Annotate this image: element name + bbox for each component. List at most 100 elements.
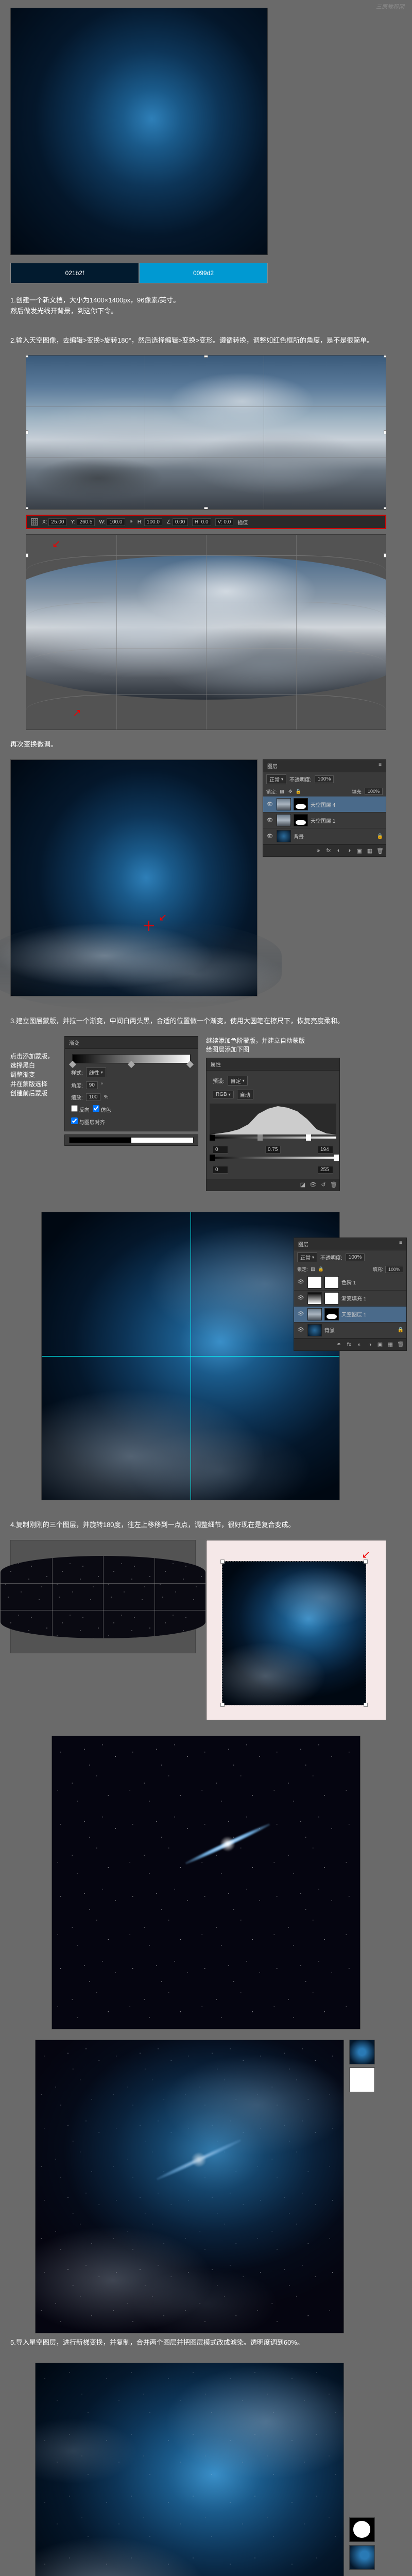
input-levels-slider[interactable] bbox=[210, 1137, 336, 1139]
grad-style-dropdown[interactable]: 线性 ▾ bbox=[86, 1067, 106, 1077]
group-icon[interactable]: ▣ bbox=[356, 847, 363, 854]
layer-row-bg[interactable]: 👁 背景 🔒 bbox=[263, 828, 386, 844]
layer-row-sky4[interactable]: 👁 天空图层 4 bbox=[263, 796, 386, 812]
tb-h-value[interactable]: 100.0 bbox=[144, 518, 162, 526]
color-swatches: 021b2f 0099d2 bbox=[10, 263, 268, 283]
grad-reverse-check[interactable]: 反向 bbox=[71, 1105, 90, 1113]
layers-panel-2[interactable]: 图层≡ 正常 ▾ 不透明度: 100% 锁定: ▨ 🔒 填充: 100% 👁 bbox=[294, 1238, 407, 1351]
out-white-value[interactable]: 255 bbox=[318, 1166, 333, 1174]
layer-thumb[interactable] bbox=[307, 1276, 322, 1289]
fx-icon[interactable]: fx bbox=[325, 847, 332, 854]
lock-all-icon[interactable]: 🔒 bbox=[296, 788, 302, 794]
layer-thumb[interactable] bbox=[277, 798, 291, 810]
opacity-value[interactable]: 100% bbox=[346, 1253, 365, 1261]
fx-icon[interactable]: fx bbox=[346, 1341, 353, 1348]
adjustment-icon[interactable]: ◑ bbox=[346, 847, 353, 854]
tb-y-value[interactable]: 260.5 bbox=[77, 518, 95, 526]
lock-pixels-icon[interactable]: ▨ bbox=[279, 788, 285, 794]
gradient-preview-small[interactable] bbox=[69, 1137, 194, 1143]
layer-mask-thumb[interactable] bbox=[324, 1292, 339, 1304]
new-layer-icon[interactable]: ▦ bbox=[387, 1341, 394, 1348]
layer-name[interactable]: 背景 bbox=[324, 1326, 335, 1334]
tb-hskew[interactable]: H: 0.0 bbox=[192, 518, 211, 526]
in-mid-value[interactable]: 0.75 bbox=[265, 1146, 281, 1154]
reset-icon[interactable]: ↺ bbox=[320, 1181, 327, 1189]
transform-toolbar[interactable]: X:25.00 Y:260.5 W:100.0 ⚭ H:100.0 ∠0.00 … bbox=[26, 515, 386, 529]
blend-mode-dropdown[interactable]: 正常 ▾ bbox=[266, 774, 286, 784]
view-prev-icon[interactable]: 👁 bbox=[310, 1181, 317, 1189]
arrow-red-4: ↙ bbox=[362, 1548, 370, 1561]
fill-value[interactable]: 100% bbox=[385, 1266, 403, 1273]
grad-angle-value[interactable]: 90 bbox=[86, 1081, 98, 1089]
layer-row-grad[interactable]: 👁 渐变填充 1 bbox=[294, 1291, 406, 1307]
visibility-icon[interactable]: 👁 bbox=[297, 1327, 305, 1333]
grad-dither-check[interactable]: 仿色 bbox=[93, 1105, 111, 1113]
visibility-icon[interactable]: 👁 bbox=[266, 833, 274, 839]
layers-panel-1[interactable]: 图层≡ 正常 ▾ 不透明度: 100% 锁定: ▨ ✥ 🔒 填充: 100% 👁 bbox=[263, 759, 386, 857]
link-icon[interactable]: ⚭ bbox=[129, 519, 133, 525]
delete-icon[interactable]: 🗑 bbox=[376, 847, 384, 854]
mask-icon[interactable]: ◐ bbox=[335, 847, 342, 854]
layer-mask-thumb[interactable] bbox=[324, 1308, 339, 1320]
grad-align-check[interactable]: 与图层对齐 bbox=[71, 1117, 105, 1126]
levels-channel-dropdown[interactable]: RGB ▾ bbox=[213, 1091, 234, 1098]
visibility-icon[interactable]: 👁 bbox=[297, 1311, 305, 1317]
layer-thumb[interactable] bbox=[307, 1324, 322, 1336]
levels-preset-dropdown[interactable]: 自定 ▾ bbox=[228, 1076, 248, 1086]
layer-name[interactable]: 色阶 1 bbox=[341, 1278, 356, 1286]
group-icon[interactable]: ▣ bbox=[376, 1341, 384, 1348]
in-white-value[interactable]: 194 bbox=[318, 1146, 333, 1154]
gradient-bar[interactable] bbox=[72, 1054, 191, 1063]
in-black-value[interactable]: 0 bbox=[213, 1146, 228, 1154]
layer-name[interactable]: 背景 bbox=[294, 833, 304, 840]
out-black-value[interactable]: 0 bbox=[213, 1166, 228, 1174]
opacity-value[interactable]: 100% bbox=[315, 775, 334, 783]
layer-name[interactable]: 渐变填充 1 bbox=[341, 1294, 366, 1302]
tb-h-label: H: bbox=[138, 519, 143, 525]
visibility-icon[interactable]: 👁 bbox=[266, 801, 274, 807]
layer-name[interactable]: 天空图层 1 bbox=[341, 1310, 366, 1318]
lock-position-icon[interactable]: ✥ bbox=[287, 788, 294, 794]
gradient-panel[interactable]: 渐变 样式: 线性 ▾ 角度: 90° bbox=[64, 1036, 198, 1131]
layer-row-sky1b[interactable]: 👁 天空图层 1 bbox=[294, 1307, 406, 1323]
layer-mask-thumb[interactable] bbox=[324, 1276, 339, 1289]
link-layers-icon[interactable]: ⚭ bbox=[315, 847, 322, 854]
levels-panel[interactable]: 属性 预设: 自定 ▾ RGB ▾ 自动 bbox=[206, 1058, 340, 1191]
adjustment-icon[interactable]: ◑ bbox=[366, 1341, 373, 1348]
levels-auto-button[interactable]: 自动 bbox=[237, 1090, 253, 1099]
output-levels-slider[interactable] bbox=[210, 1157, 336, 1159]
tb-w-value[interactable]: 100.0 bbox=[107, 518, 125, 526]
anchor-grid-icon[interactable] bbox=[31, 518, 38, 526]
lock-pixels-icon[interactable]: ▨ bbox=[310, 1266, 316, 1273]
layer-thumb[interactable] bbox=[277, 830, 291, 842]
tb-vskew[interactable]: V: 0.0 bbox=[215, 518, 234, 526]
gradient-editor-small[interactable] bbox=[64, 1134, 198, 1146]
tb-angle-value[interactable]: 0.00 bbox=[173, 518, 188, 526]
layer-thumb[interactable] bbox=[277, 814, 291, 826]
visibility-icon[interactable]: 👁 bbox=[297, 1295, 305, 1301]
layer-mask-thumb[interactable] bbox=[294, 798, 308, 810]
panel-menu-icon[interactable]: ≡ bbox=[399, 1240, 402, 1248]
layer-thumb[interactable] bbox=[307, 1292, 322, 1304]
blend-mode-dropdown[interactable]: 正常 ▾ bbox=[297, 1252, 317, 1262]
grad-scale-value[interactable]: 100 bbox=[86, 1093, 101, 1101]
fill-value[interactable]: 100% bbox=[365, 788, 383, 795]
delete-adj-icon[interactable]: 🗑 bbox=[330, 1181, 337, 1189]
link-layers-icon[interactable]: ⚭ bbox=[335, 1341, 342, 1348]
new-layer-icon[interactable]: ▦ bbox=[366, 847, 373, 854]
mask-icon[interactable]: ◐ bbox=[356, 1341, 363, 1348]
visibility-icon[interactable]: 👁 bbox=[297, 1279, 305, 1285]
layer-row-sky1[interactable]: 👁 天空图层 1 bbox=[263, 812, 386, 828]
delete-icon[interactable]: 🗑 bbox=[397, 1341, 404, 1348]
layer-thumb[interactable] bbox=[307, 1308, 322, 1320]
clip-icon[interactable]: ◪ bbox=[299, 1181, 306, 1189]
layer-name[interactable]: 天空图层 4 bbox=[311, 801, 335, 808]
panel-menu-icon[interactable]: ≡ bbox=[379, 762, 382, 770]
visibility-icon[interactable]: 👁 bbox=[266, 817, 274, 823]
layer-row-levels[interactable]: 👁 色阶 1 bbox=[294, 1275, 406, 1291]
layer-mask-thumb[interactable] bbox=[294, 814, 308, 826]
layer-row-bg2[interactable]: 👁 背景 🔒 bbox=[294, 1323, 406, 1338]
tb-x-value[interactable]: 25.00 bbox=[48, 518, 66, 526]
layer-name[interactable]: 天空图层 1 bbox=[311, 817, 335, 824]
lock-all-icon[interactable]: 🔒 bbox=[318, 1266, 324, 1273]
